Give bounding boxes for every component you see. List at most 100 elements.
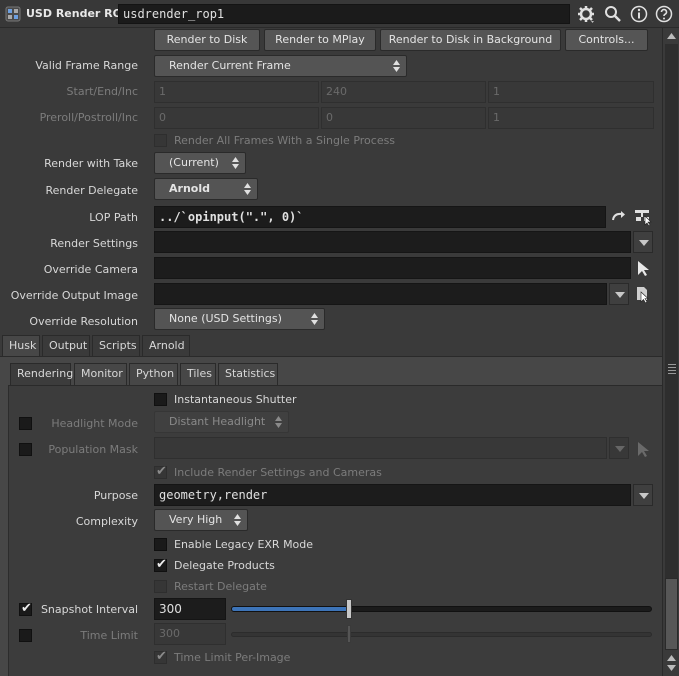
include-render-settings-label: Include Render Settings and Cameras (174, 466, 382, 479)
render-in-background-button[interactable]: Render to Disk in Background (380, 29, 561, 51)
tab-husk[interactable]: Husk (2, 335, 40, 357)
tab-statistics[interactable]: Statistics (218, 363, 278, 385)
render-delegate-menu[interactable]: Arnold (154, 178, 258, 200)
end-frame-field[interactable]: 240 (321, 81, 486, 103)
override-camera-label: Override Camera (43, 263, 138, 276)
tab-rendering[interactable]: Rendering (10, 363, 73, 385)
headlight-mode-value: Distant Headlight (169, 415, 266, 428)
time-limit-per-image-checkbox[interactable]: ✔ (154, 649, 167, 664)
tab-output[interactable]: Output (42, 335, 90, 357)
override-resolution-label: Override Resolution (29, 315, 138, 328)
purpose-field[interactable]: geometry,render (154, 484, 631, 506)
instantaneous-shutter-checkbox[interactable] (154, 393, 167, 406)
render-settings-label: Render Settings (50, 237, 138, 250)
override-resolution-value: None (USD Settings) (169, 312, 282, 325)
snapshot-interval-slider-track[interactable] (231, 606, 652, 612)
purpose-label: Purpose (93, 489, 138, 502)
snapshot-interval-field[interactable]: 300 (154, 598, 226, 620)
population-mask-dropdown[interactable] (609, 437, 629, 459)
preroll-inc-field[interactable]: 1 (488, 107, 654, 129)
lop-path-field[interactable]: ../`opinput(".", 0)` (154, 206, 606, 228)
snapshot-interval-slider-fill (232, 607, 348, 611)
headlight-mode-label: Headlight Mode (51, 417, 138, 430)
complexity-menu[interactable]: Very High (154, 509, 248, 531)
tab-arnold[interactable]: Arnold (142, 335, 190, 357)
updown-arrows-icon (244, 183, 251, 195)
lop-path-label: LOP Path (89, 211, 138, 224)
snapshot-interval-slider-handle[interactable] (345, 599, 352, 619)
time-limit-slider-track[interactable] (231, 632, 652, 637)
scrollbar-track[interactable] (665, 44, 678, 578)
render-delegate-value: Arnold (169, 182, 210, 195)
updown-arrows-icon (234, 514, 241, 526)
render-delegate-label: Render Delegate (45, 184, 138, 197)
instantaneous-shutter-label: Instantaneous Shutter (174, 393, 297, 406)
vertical-scrollbar[interactable] (662, 28, 679, 676)
delegate-products-checkbox[interactable]: ✔ (154, 557, 167, 572)
postroll-field[interactable]: 0 (321, 107, 486, 129)
time-limit-per-image-label: Time Limit Per-Image (174, 651, 291, 664)
controls-button[interactable]: Controls... (565, 29, 648, 51)
file-chooser-icon[interactable] (634, 285, 652, 303)
node-chooser-icon[interactable] (633, 208, 653, 226)
legacy-exr-checkbox[interactable] (154, 538, 167, 551)
render-all-frames-checkbox[interactable] (154, 134, 167, 147)
usd-render-node-icon (5, 6, 21, 22)
override-output-image-field[interactable] (154, 283, 607, 305)
render-settings-dropdown[interactable] (633, 231, 653, 253)
updown-arrows-icon (393, 60, 400, 72)
start-end-inc-label: Start/End/Inc (66, 85, 138, 98)
population-mask-pointer-icon[interactable] (636, 441, 650, 457)
restart-delegate-checkbox[interactable] (154, 580, 167, 593)
override-camera-field[interactable] (154, 257, 631, 279)
scroll-up-arrow-icon[interactable] (667, 654, 676, 662)
inc-frame-field[interactable]: 1 (488, 81, 654, 103)
render-to-mplay-button[interactable]: Render to MPlay (264, 29, 376, 51)
render-with-take-menu[interactable]: (Current) (154, 152, 246, 174)
scrollbar-grip (668, 364, 676, 376)
valid-frame-range-menu[interactable]: Render Current Frame (154, 55, 407, 77)
parameter-header: USD Render ROP usdrender_rop1 (0, 0, 679, 28)
purpose-dropdown[interactable] (633, 484, 653, 506)
tab-python[interactable]: Python (129, 363, 178, 385)
render-with-take-label: Render with Take (44, 157, 138, 170)
node-type-label: USD Render ROP (26, 7, 131, 20)
node-name-field[interactable]: usdrender_rop1 (118, 4, 570, 24)
valid-frame-range-label: Valid Frame Range (35, 59, 138, 72)
render-with-take-value: (Current) (169, 156, 219, 169)
render-settings-field[interactable] (154, 231, 631, 253)
population-mask-field[interactable] (154, 437, 607, 459)
scrollbar-thumb[interactable] (665, 578, 678, 650)
tab-scripts[interactable]: Scripts (92, 335, 140, 357)
headlight-mode-menu[interactable]: Distant Headlight (154, 411, 289, 433)
tab-monitor[interactable]: Monitor (74, 363, 127, 385)
pin-arrow-icon[interactable] (611, 209, 627, 225)
time-limit-field[interactable]: 300 (154, 623, 226, 645)
search-icon[interactable] (603, 4, 623, 24)
camera-pointer-icon[interactable] (636, 260, 650, 276)
snapshot-interval-label: Snapshot Interval (40, 603, 138, 616)
preroll-postroll-label: Preroll/Postroll/Inc (39, 111, 138, 124)
scroll-down-arrow-icon[interactable] (667, 664, 676, 672)
preroll-field[interactable]: 0 (154, 107, 319, 129)
render-to-disk-button[interactable]: Render to Disk (154, 29, 260, 51)
override-output-image-dropdown[interactable] (609, 283, 629, 305)
render-all-frames-label: Render All Frames With a Single Process (174, 134, 396, 147)
start-frame-field[interactable]: 1 (154, 81, 319, 103)
complexity-label: Complexity (75, 515, 138, 528)
restart-delegate-label: Restart Delegate (174, 580, 267, 593)
population-mask-label: Population Mask (48, 443, 138, 456)
override-resolution-menu[interactable]: None (USD Settings) (154, 308, 325, 330)
time-limit-slider-handle[interactable] (346, 625, 351, 643)
delegate-products-label: Delegate Products (174, 559, 275, 572)
tab-tiles[interactable]: Tiles (180, 363, 216, 385)
time-limit-label: Time Limit (80, 629, 138, 642)
help-icon[interactable] (654, 4, 674, 24)
gear-icon[interactable] (576, 4, 596, 24)
legacy-exr-label: Enable Legacy EXR Mode (174, 538, 314, 551)
scroll-up-arrow-icon[interactable] (667, 32, 676, 40)
valid-frame-range-value: Render Current Frame (169, 59, 291, 72)
include-render-settings-checkbox[interactable]: ✔ (154, 464, 167, 479)
info-icon[interactable] (629, 4, 649, 24)
updown-arrows-icon (275, 416, 282, 428)
